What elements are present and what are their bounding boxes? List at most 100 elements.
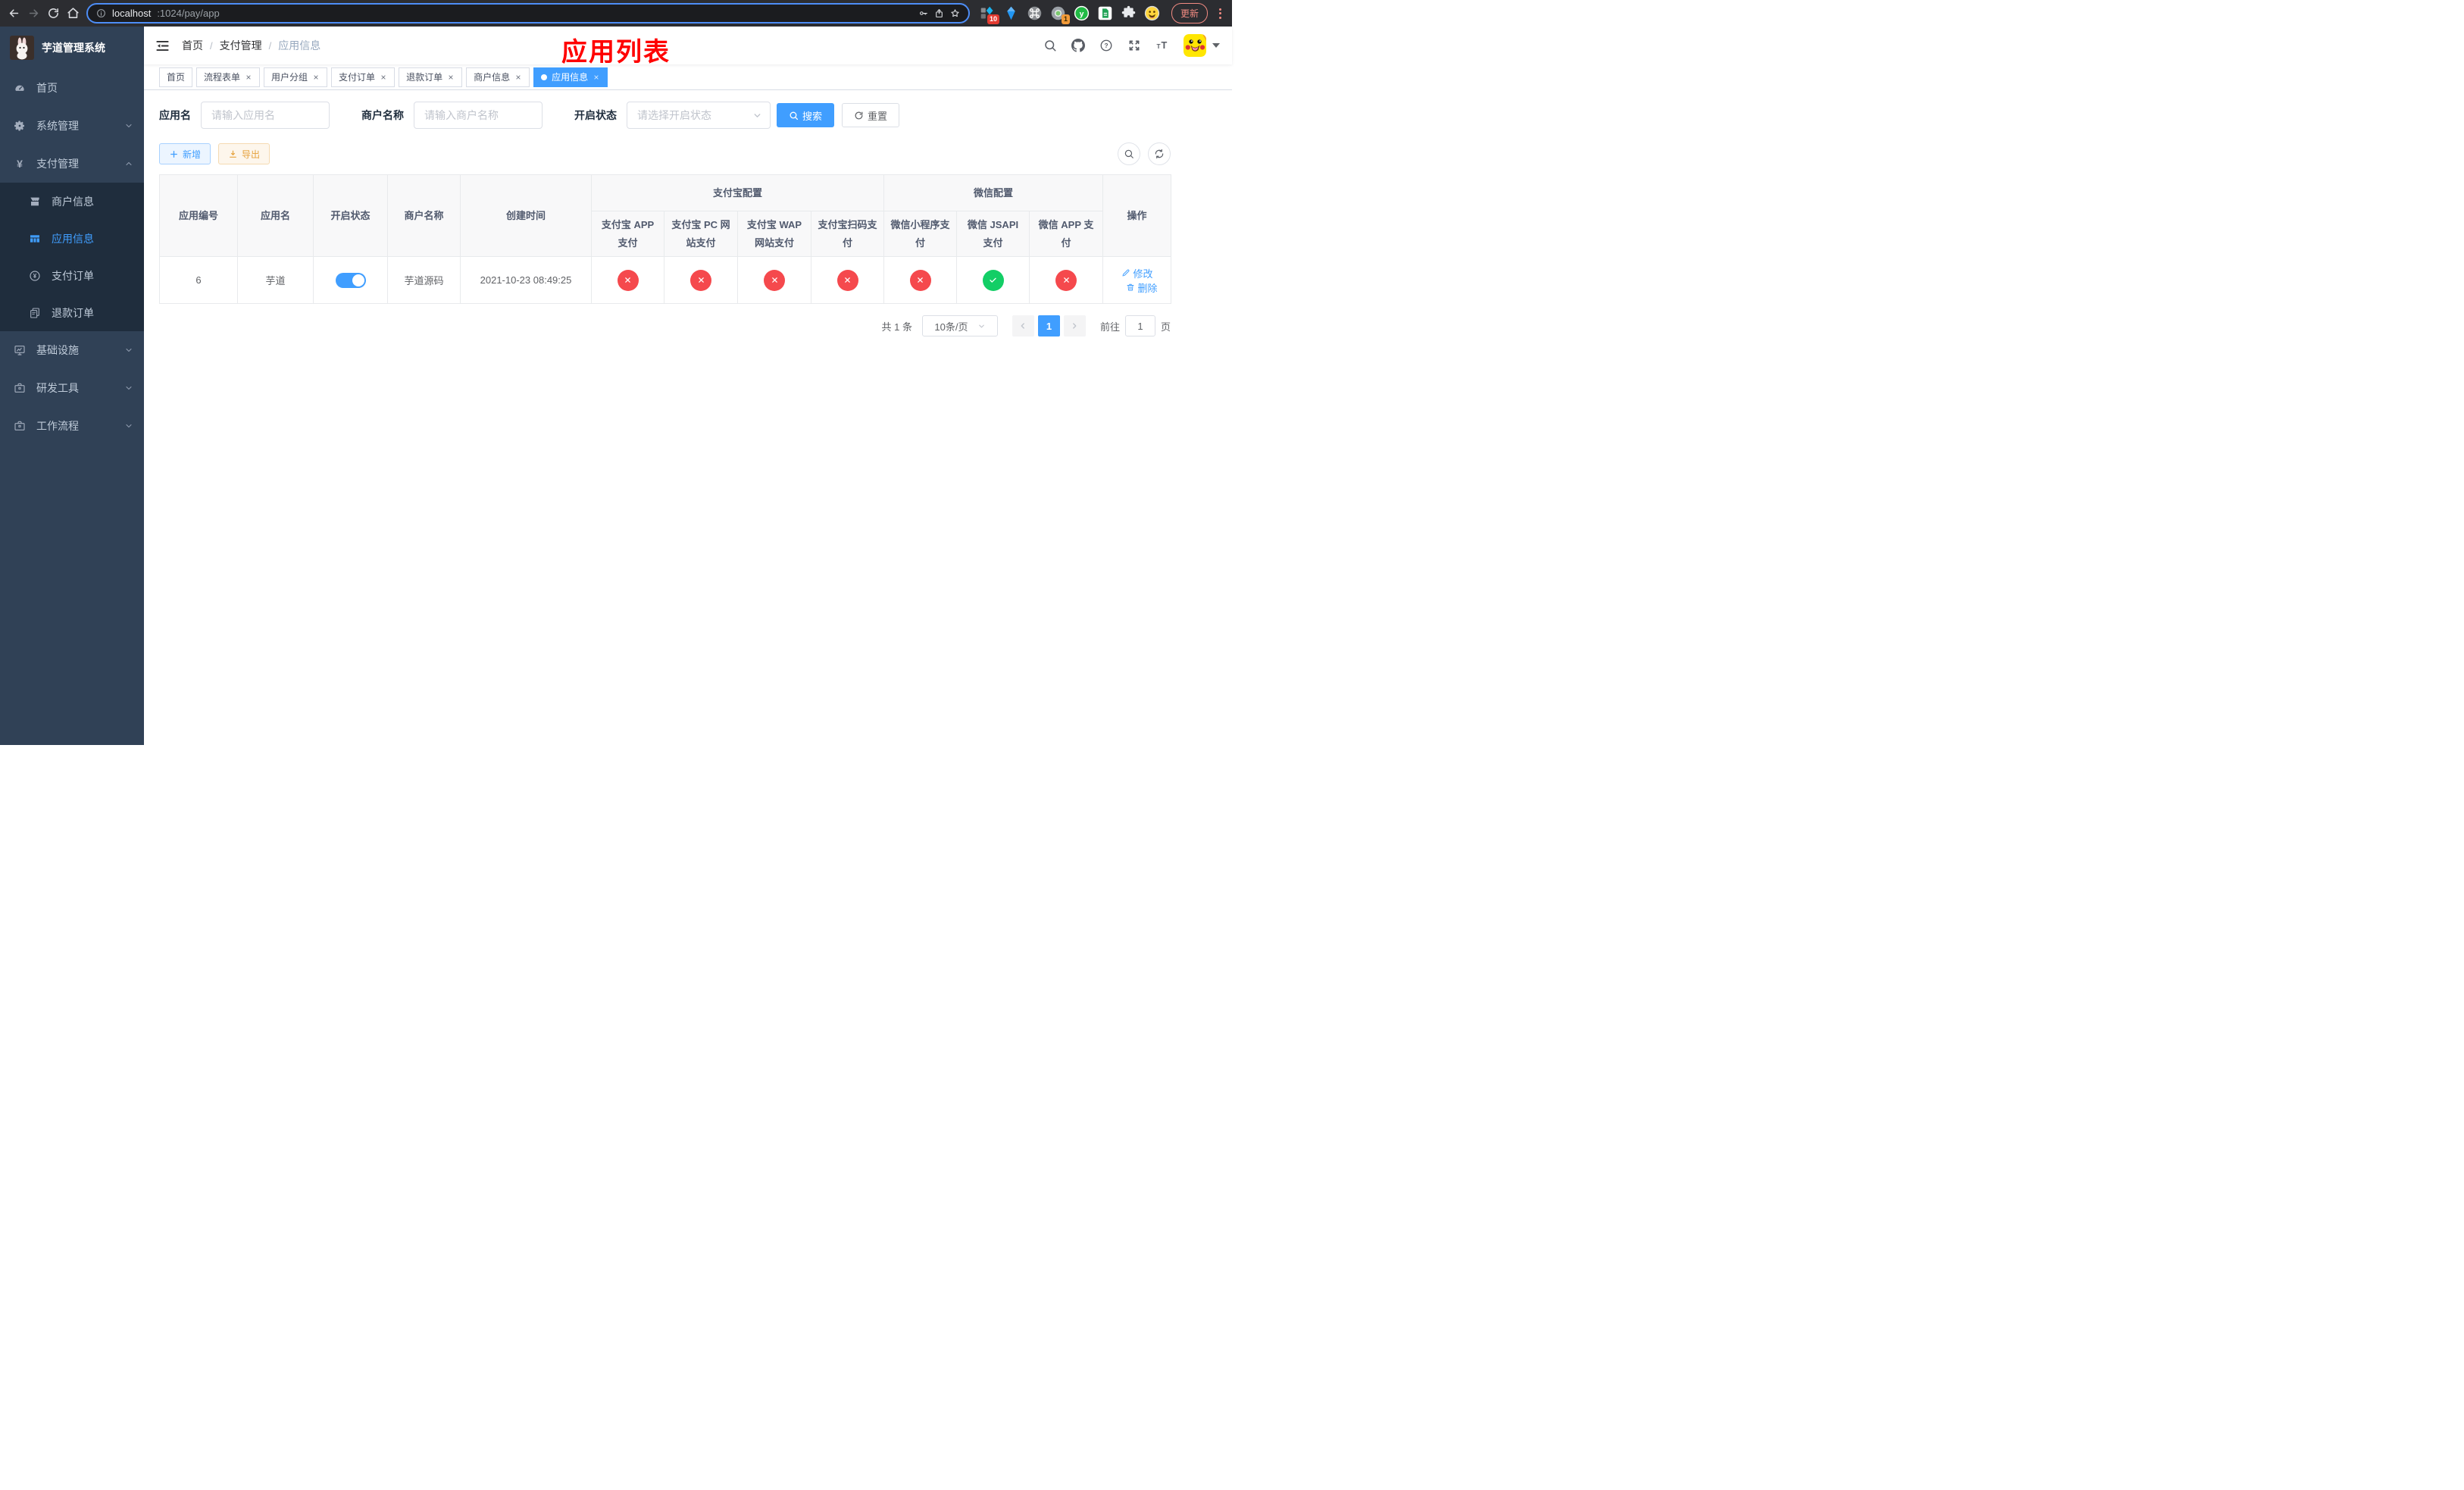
- page-number-button[interactable]: 1: [1037, 315, 1060, 337]
- github-icon[interactable]: [1071, 39, 1085, 52]
- pagination: 共 1 条 10条/页 1 前往 页: [159, 315, 1171, 337]
- close-icon[interactable]: [380, 74, 387, 81]
- cell-app-id: 6: [159, 256, 238, 304]
- address-bar[interactable]: localhost:1024/pay/app: [86, 3, 970, 23]
- tab-2[interactable]: 用户分组: [264, 67, 328, 87]
- sidebar-item-merchant-info[interactable]: 商户信息: [0, 183, 144, 220]
- cell-channel-status: [591, 256, 664, 304]
- extension-badge: 10: [987, 14, 999, 24]
- sidebar-fold-icon[interactable]: [155, 39, 170, 53]
- sidebar-item-pay-order[interactable]: ¥ 支付订单: [0, 257, 144, 294]
- tab-0[interactable]: 首页: [159, 67, 193, 87]
- extension-command-icon[interactable]: [1027, 5, 1043, 21]
- channel-disabled-badge: [836, 269, 858, 291]
- toggle-search-button[interactable]: [1118, 142, 1140, 165]
- sidebar-item-app-info[interactable]: 应用信息: [0, 220, 144, 257]
- sidebar-logo[interactable]: 芋道管理系统: [0, 27, 144, 69]
- filter-label-app-name: 应用名: [159, 109, 191, 121]
- channel-disabled-badge: [909, 269, 931, 291]
- prev-page-button[interactable]: [1012, 315, 1034, 337]
- forward-icon[interactable]: [27, 7, 40, 20]
- breadcrumb-payment[interactable]: 支付管理: [220, 38, 262, 53]
- sidebar-item-label: 研发工具: [36, 382, 79, 394]
- column-header: 创建时间: [460, 174, 592, 257]
- delete-link[interactable]: 删除: [1126, 280, 1158, 295]
- search-button[interactable]: 搜索: [777, 103, 835, 127]
- close-icon[interactable]: [593, 74, 600, 81]
- sidebar-item-label: 商户信息: [52, 195, 94, 208]
- breadcrumb-separator: /: [268, 39, 272, 52]
- goto-label: 前往: [1099, 321, 1120, 333]
- page-content: 应用名 商户名称 开启状态 请选择开启状态 搜索 重置: [144, 90, 1232, 337]
- profile-emoji-icon[interactable]: [1144, 5, 1160, 21]
- tab-label: 商户信息: [474, 72, 511, 83]
- back-icon[interactable]: [8, 7, 20, 20]
- close-icon[interactable]: [312, 74, 320, 81]
- column-group-header: 支付宝配置: [590, 174, 885, 211]
- breadcrumb-current: 应用信息: [278, 39, 321, 52]
- header-search-icon[interactable]: [1043, 39, 1057, 52]
- close-icon[interactable]: [514, 74, 522, 81]
- tab-3[interactable]: 支付订单: [331, 67, 396, 87]
- close-icon[interactable]: [245, 74, 252, 81]
- sidebar-item-dev-tools[interactable]: 研发工具: [0, 369, 144, 407]
- status-toggle[interactable]: [335, 272, 366, 288]
- sidebar-item-label: 支付订单: [52, 269, 94, 282]
- sidebar-item-refund-order[interactable]: 退款订单: [0, 294, 144, 331]
- extension-lens-icon[interactable]: 1: [1050, 5, 1070, 24]
- cell-channel-status: [883, 256, 958, 304]
- export-button[interactable]: 导出: [218, 143, 270, 164]
- column-subheader: 支付宝 WAP 网站支付: [737, 211, 811, 257]
- fullscreen-icon[interactable]: [1127, 39, 1141, 52]
- page-size-select[interactable]: 10条/页: [921, 315, 998, 337]
- status-select[interactable]: 请选择开启状态: [627, 102, 771, 129]
- sidebar-item-home[interactable]: 首页: [0, 69, 144, 107]
- reset-button[interactable]: 重置: [842, 103, 900, 127]
- channel-enabled-badge: [982, 269, 1004, 291]
- svg-text:?: ?: [1104, 42, 1108, 49]
- tab-1[interactable]: 流程表单: [196, 67, 261, 87]
- extension-y-icon[interactable]: y: [1074, 5, 1090, 21]
- add-button[interactable]: 新增: [159, 143, 211, 164]
- edit-link[interactable]: 修改: [1121, 266, 1153, 280]
- site-info-icon[interactable]: [96, 8, 106, 18]
- sidebar-item-label: 首页: [36, 82, 58, 94]
- home-icon[interactable]: [67, 7, 80, 20]
- goto-suffix: 页: [1160, 321, 1171, 333]
- next-page-button[interactable]: [1063, 315, 1086, 337]
- browser-toolbar: localhost:1024/pay/app 10 1 y 更新: [0, 0, 1232, 27]
- column-header: 应用名: [237, 174, 314, 257]
- sidebar-item-infrastructure[interactable]: 基础设施: [0, 331, 144, 369]
- merchant-name-input[interactable]: [414, 102, 543, 129]
- reload-icon[interactable]: [47, 7, 60, 20]
- tab-6[interactable]: 应用信息: [533, 67, 608, 87]
- extension-doc-icon[interactable]: [1097, 5, 1113, 21]
- key-icon[interactable]: [918, 8, 928, 18]
- refresh-table-button[interactable]: [1148, 142, 1171, 165]
- close-icon[interactable]: [447, 74, 455, 81]
- font-size-icon[interactable]: TT: [1155, 39, 1169, 52]
- table-row: 6 芋道 芋道源码 2021-10-23 08:49:25 修改 删除: [159, 256, 1172, 304]
- extensions-puzzle-icon[interactable]: [1121, 5, 1137, 21]
- help-icon[interactable]: ?: [1099, 39, 1113, 52]
- extension-gem-icon[interactable]: [1003, 5, 1019, 21]
- url-host: localhost: [112, 8, 152, 19]
- extension-axure-icon[interactable]: 10: [980, 5, 999, 24]
- app-name-input[interactable]: [201, 102, 330, 129]
- breadcrumb-home[interactable]: 首页: [182, 38, 203, 53]
- logo-rabbit-avatar: [10, 36, 34, 60]
- browser-update-button[interactable]: 更新: [1171, 3, 1208, 23]
- bookmark-star-icon[interactable]: [950, 8, 960, 18]
- tab-5[interactable]: 商户信息: [466, 67, 530, 87]
- sidebar-item-payment[interactable]: ¥ 支付管理: [0, 145, 144, 183]
- tab-4[interactable]: 退款订单: [399, 67, 463, 87]
- goto-page-input[interactable]: [1124, 315, 1155, 337]
- sidebar-item-workflow[interactable]: 工作流程: [0, 407, 144, 445]
- browser-menu-icon[interactable]: [1216, 8, 1224, 19]
- docs-icon: [29, 307, 41, 319]
- sidebar-item-system[interactable]: 系统管理: [0, 107, 144, 145]
- cell-channel-status: [664, 256, 738, 304]
- user-avatar-menu[interactable]: [1184, 34, 1220, 57]
- share-icon[interactable]: [934, 8, 944, 18]
- app-table: 应用编号 应用名 开启状态 商户名称 创建时间 支付宝配置 微信配置 操作 支付宝 APP 支付…: [159, 174, 1172, 304]
